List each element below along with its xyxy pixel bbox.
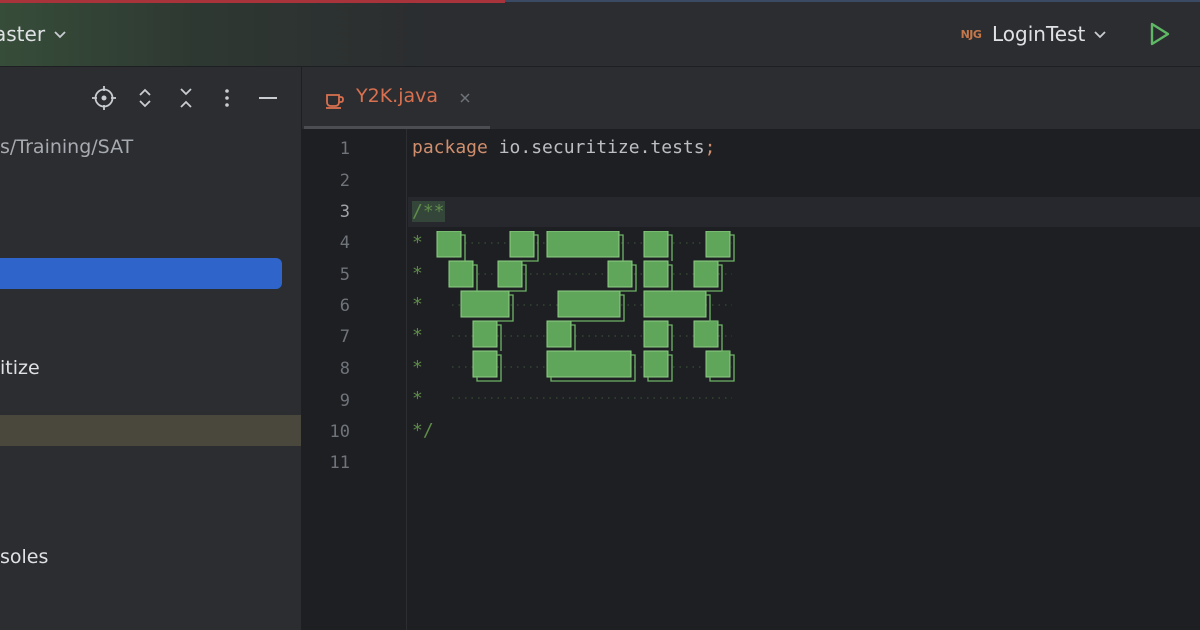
chevron-down-icon [1094, 31, 1106, 39]
collapse-all-icon[interactable] [173, 85, 199, 111]
toolbar-border-line [505, 0, 1200, 2]
comment-star: * [412, 357, 423, 378]
code-line-3[interactable]: /** [412, 197, 445, 227]
line-number: 1 [339, 139, 350, 159]
expand-all-icon[interactable] [132, 85, 158, 111]
editor-tab-bar: Y2K.java [302, 67, 1200, 129]
line-number: 6 [339, 296, 350, 316]
tree-item-securitize[interactable]: itize [0, 353, 282, 384]
java-file-icon [326, 94, 344, 109]
code-line-1[interactable]: package io.securitize.tests; [412, 133, 715, 163]
line-number: 9 [339, 391, 350, 411]
line-number: 5 [339, 265, 350, 285]
line-number: 11 [329, 453, 350, 473]
comment-open: /** [412, 201, 445, 222]
comment-star: * [412, 388, 423, 409]
tree-item-selected[interactable] [0, 258, 282, 289]
keyword-package: package [412, 137, 488, 158]
tree-item-highlighted[interactable] [0, 415, 301, 446]
tree-item-label: itize [0, 357, 40, 379]
code-editor: Y2K.java 1 2 3 4 5 6 7 8 9 10 11 package io.securi… [302, 67, 1200, 630]
package-name: io.securitize.tests [487, 137, 705, 158]
code-line-8[interactable]: * [412, 353, 423, 383]
testng-icon: NJG [960, 27, 982, 41]
close-icon[interactable] [458, 91, 472, 105]
code-line-4[interactable]: * [412, 228, 423, 258]
main-toolbar: aster NJG LoginTest [0, 0, 1200, 67]
tree-item-consoles[interactable]: soles [0, 542, 282, 573]
project-path-row[interactable]: s/Training/SAT [0, 132, 282, 163]
chevron-down-icon [54, 31, 66, 39]
code-line-7[interactable]: * [412, 321, 423, 351]
semicolon: ; [704, 137, 716, 158]
line-number: 3 [339, 202, 350, 222]
code-line-9[interactable]: * [412, 384, 423, 414]
comment-star: * [412, 325, 423, 346]
current-line-highlight [408, 197, 1200, 227]
line-number: 8 [339, 359, 350, 379]
code-line-6[interactable]: * [412, 290, 423, 320]
code-line-5[interactable]: * [412, 259, 423, 289]
line-number: 4 [339, 233, 350, 253]
line-number: 10 [329, 422, 350, 442]
code-line-10[interactable]: */ [412, 416, 434, 446]
comment-star: * [412, 263, 423, 284]
run-play-icon[interactable] [1146, 21, 1172, 47]
branch-selector[interactable]: aster [0, 20, 67, 48]
more-options-icon[interactable] [214, 85, 240, 111]
line-number-gutter: 1 2 3 4 5 6 7 8 9 10 11 [302, 129, 407, 630]
project-tool-window: s/Training/SAT itize soles [0, 67, 302, 630]
tab-label: Y2K.java [356, 85, 439, 107]
comment-star: * [412, 294, 423, 315]
comment-star: * [412, 232, 423, 253]
line-number: 7 [339, 327, 350, 347]
ascii-art-y2k-graphic [436, 231, 735, 399]
tree-item-label: soles [0, 546, 49, 568]
comment-close: */ [412, 420, 434, 441]
line-number: 2 [339, 171, 350, 191]
hide-panel-icon[interactable] [255, 85, 281, 111]
project-path-label: s/Training/SAT [0, 136, 134, 158]
locate-target-icon[interactable] [91, 85, 117, 111]
run-config-label: LoginTest [992, 22, 1086, 46]
branch-label: aster [0, 22, 46, 46]
toolbar-progress-line [0, 0, 505, 3]
editor-tab-y2k-java[interactable]: Y2K.java [304, 67, 490, 129]
run-configuration-selector[interactable]: NJG LoginTest [958, 20, 1107, 48]
ascii-art-y2k [432, 231, 752, 406]
